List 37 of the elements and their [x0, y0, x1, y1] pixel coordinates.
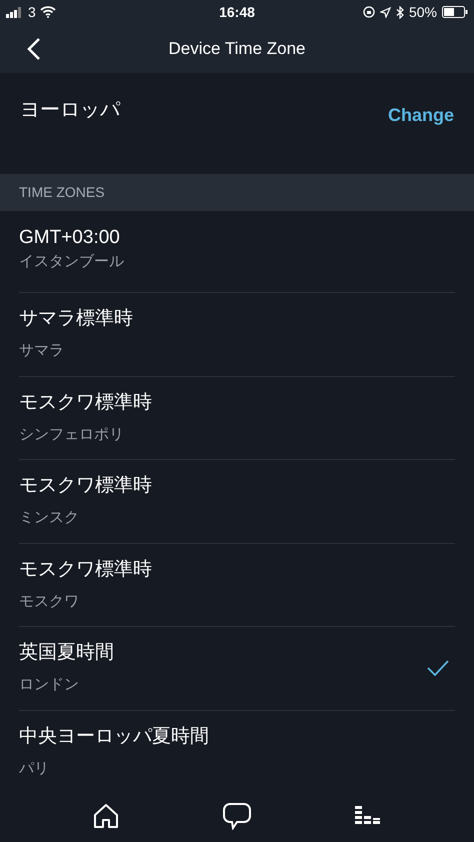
change-button[interactable]: Change — [388, 101, 454, 129]
city-name: サマラ — [19, 341, 65, 362]
section-header: TIME ZONES — [19, 183, 105, 202]
time-zone-name: サマラ標準時 — [19, 307, 133, 332]
city-name: シンフェロポリ — [19, 424, 125, 445]
time-zone-row[interactable]: モスクワ標準時 モスクワ — [19, 544, 455, 627]
signal-icon — [6, 6, 24, 18]
region-name: ヨーロッパ — [20, 98, 120, 123]
city-name: モスクワ — [19, 592, 80, 612]
location-arrow-icon — [380, 6, 391, 18]
time-zone-row[interactable]: サマラ標準時 サマラ — [19, 293, 455, 376]
back-chevron-icon — [27, 37, 41, 61]
bluetooth-icon — [396, 6, 404, 18]
carrier-label: 3 — [28, 2, 36, 22]
city-name: パリ — [19, 758, 50, 779]
city-name: ロンドン — [19, 675, 80, 696]
wifi-icon — [40, 6, 56, 18]
speech-bubble-icon — [222, 802, 252, 830]
chat-tab[interactable] — [222, 801, 252, 831]
time-zone-row[interactable]: モスクワ標準時 シンフェロポリ — [19, 376, 455, 460]
battery-percent: 50% — [408, 2, 437, 22]
time-zone-row[interactable]: GMT+03:00 イスタンブール — [19, 211, 455, 293]
time-zone-name: GMT+03:00 — [19, 226, 121, 250]
time-zone-row[interactable]: モスクワ標準時 ミンスク — [19, 460, 455, 544]
home-icon — [92, 802, 120, 830]
time-zone-row[interactable]: 英国夏時間 ロンドン — [19, 627, 455, 710]
city-name: ミンスク — [19, 508, 80, 528]
rotation-lock-icon — [362, 6, 375, 18]
battery-icon — [442, 6, 468, 18]
time-zone-name: 英国夏時間 — [19, 641, 114, 666]
time-zone-name: モスクワ標準時 — [19, 474, 152, 498]
time-zone-name: 中央ヨーロッパ夏時間 — [19, 724, 209, 749]
time-zone-name: モスクワ標準時 — [19, 390, 152, 415]
time-zone-name: モスクワ標準時 — [19, 558, 152, 582]
page-title: Device Time Zone — [168, 38, 306, 60]
status-time: 16:48 — [219, 2, 255, 22]
city-name: イスタンブール — [19, 252, 124, 272]
